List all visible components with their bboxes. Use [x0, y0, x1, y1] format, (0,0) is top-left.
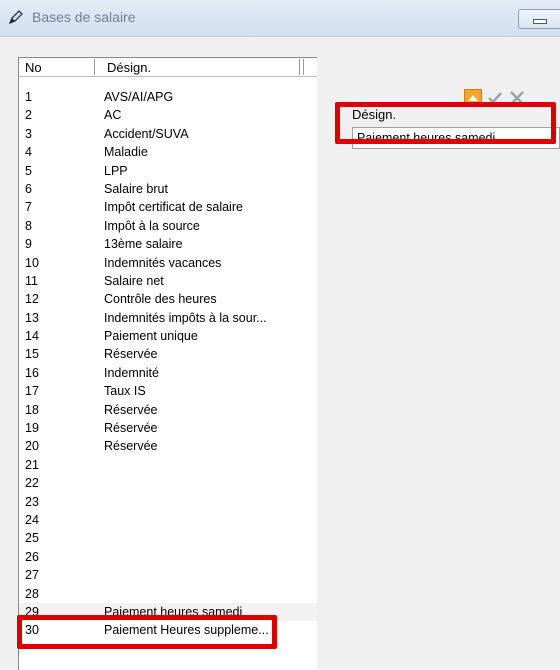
list-item-number: 1 [25, 90, 32, 104]
list-item[interactable]: 18 Réservée [19, 401, 317, 419]
column-header-designation[interactable]: Désign. [107, 60, 151, 75]
list-item-label: Salaire brut [104, 181, 168, 196]
list-item[interactable]: 13 Indemnités impôts à la sour... [19, 309, 317, 327]
list-item-label: Accident/SUVA [104, 126, 189, 141]
list-item-number: 15 [25, 347, 39, 362]
column-divider[interactable] [94, 59, 95, 75]
list-item[interactable]: 19 Réservée [19, 419, 317, 437]
column-divider [303, 59, 304, 75]
list-item[interactable]: 8 Impôt à la source [19, 217, 317, 235]
list-item-label: AC [104, 108, 122, 123]
list-item-label: Contrôle des heures [104, 292, 217, 307]
list-item-number: 22 [25, 476, 39, 491]
list-item-number: 2 [25, 108, 32, 123]
list-item-number: 12 [25, 292, 39, 307]
list-item-number: 20 [25, 439, 39, 454]
list-item[interactable]: 9 13ème salaire [19, 235, 317, 253]
list-rows: 1 AVS/AI/APG 2 AC 3 Accident/SUVA 4 Maladie 5 LPP… [19, 88, 317, 640]
list-item-label: Indemnité [104, 365, 159, 380]
list-item[interactable]: 22 [19, 474, 317, 492]
list-item-label: Réservée [104, 402, 158, 417]
list-item[interactable]: 28 [19, 585, 317, 603]
list-item-label: LPP [104, 163, 128, 178]
list-item-number: 7 [25, 200, 32, 215]
list-item[interactable]: 2 AC [19, 106, 317, 124]
list-item[interactable]: 26 [19, 548, 317, 566]
list-item-label: Impôt certificat de salaire [104, 200, 243, 215]
list-item[interactable]: 24 [19, 511, 317, 529]
list-item-number: 14 [25, 329, 39, 344]
list-item[interactable]: 12 Contrôle des heures [19, 290, 317, 308]
list-item[interactable]: 10 Indemnités vacances [19, 254, 317, 272]
list-item[interactable]: 20 Réservée [19, 437, 317, 455]
list-item[interactable]: 23 [19, 493, 317, 511]
list-item-number: 17 [25, 384, 39, 399]
list-item-number: 8 [25, 218, 32, 233]
list-item-number: 6 [25, 181, 32, 196]
list-item-number: 3 [25, 126, 32, 141]
list-item[interactable]: 3 Accident/SUVA [19, 125, 317, 143]
list-item-number: 27 [25, 568, 39, 583]
list-item[interactable]: 21 [19, 456, 317, 474]
list-item[interactable]: 25 [19, 529, 317, 547]
list-item-number: 5 [25, 163, 32, 178]
title-bar: Bases de salaire [0, 0, 560, 37]
list-item-label: Impôt à la source [104, 218, 200, 233]
list-item[interactable]: 15 Réservée [19, 345, 317, 363]
minimize-icon [533, 19, 547, 24]
list-item-label: Indemnités vacances [104, 255, 222, 270]
list-item-number: 23 [25, 494, 39, 509]
list-item-label: 13ème salaire [104, 237, 183, 252]
list-item-number: 13 [25, 310, 39, 325]
list-item[interactable]: 16 Indemnité [19, 364, 317, 382]
list-item[interactable]: 5 LPP [19, 162, 317, 180]
header-divider [19, 76, 317, 77]
list-item-number: 4 [25, 145, 32, 160]
list-item-label: Indemnités impôts à la sour... [104, 310, 267, 325]
list-item-number: 25 [25, 531, 39, 546]
list-item-number: 9 [25, 237, 32, 252]
list-item[interactable]: 11 Salaire net [19, 272, 317, 290]
list-item-label: Réservée [104, 347, 158, 362]
list-header: No Désign. [19, 58, 317, 76]
minimize-button[interactable] [518, 9, 560, 29]
list-item-number: 18 [25, 402, 39, 417]
pencil-icon [8, 10, 23, 25]
highlight-box-selected-row [17, 615, 277, 649]
list-item[interactable]: 1 AVS/AI/APG [19, 88, 317, 106]
list-item[interactable]: 17 Taux IS [19, 382, 317, 400]
list-item-number: 28 [25, 586, 39, 601]
list-item[interactable]: 4 Maladie [19, 143, 317, 161]
list-item-number: 11 [25, 273, 38, 288]
list-item[interactable]: 27 [19, 566, 317, 584]
list-item-label: Paiement unique [104, 329, 198, 344]
list-item-label: AVS/AI/APG [104, 90, 174, 104]
list-item-label: Salaire net [104, 273, 164, 288]
list-item-number: 19 [25, 421, 39, 436]
list-item-number: 24 [25, 512, 39, 527]
list-item-number: 26 [25, 549, 39, 564]
list-item-number: 16 [25, 365, 39, 380]
window-title: Bases de salaire [32, 9, 136, 25]
list-item-label: Taux IS [104, 384, 146, 399]
column-divider[interactable] [299, 59, 300, 75]
list-item-label: Réservée [104, 421, 158, 436]
list-item[interactable]: 6 Salaire brut [19, 180, 317, 198]
column-header-no[interactable]: No [25, 60, 42, 75]
highlight-box-designation [335, 102, 556, 144]
list-item[interactable]: 14 Paiement unique [19, 327, 317, 345]
list-item[interactable]: 7 Impôt certificat de salaire [19, 198, 317, 216]
list-item-number: 10 [25, 255, 39, 270]
salary-bases-list[interactable]: No Désign. 1 AVS/AI/APG 2 AC 3 Accident/SUVA 4… [18, 57, 317, 670]
list-item-label: Réservée [104, 439, 158, 454]
list-item-label: Maladie [104, 145, 148, 160]
list-item-number: 21 [25, 457, 39, 472]
